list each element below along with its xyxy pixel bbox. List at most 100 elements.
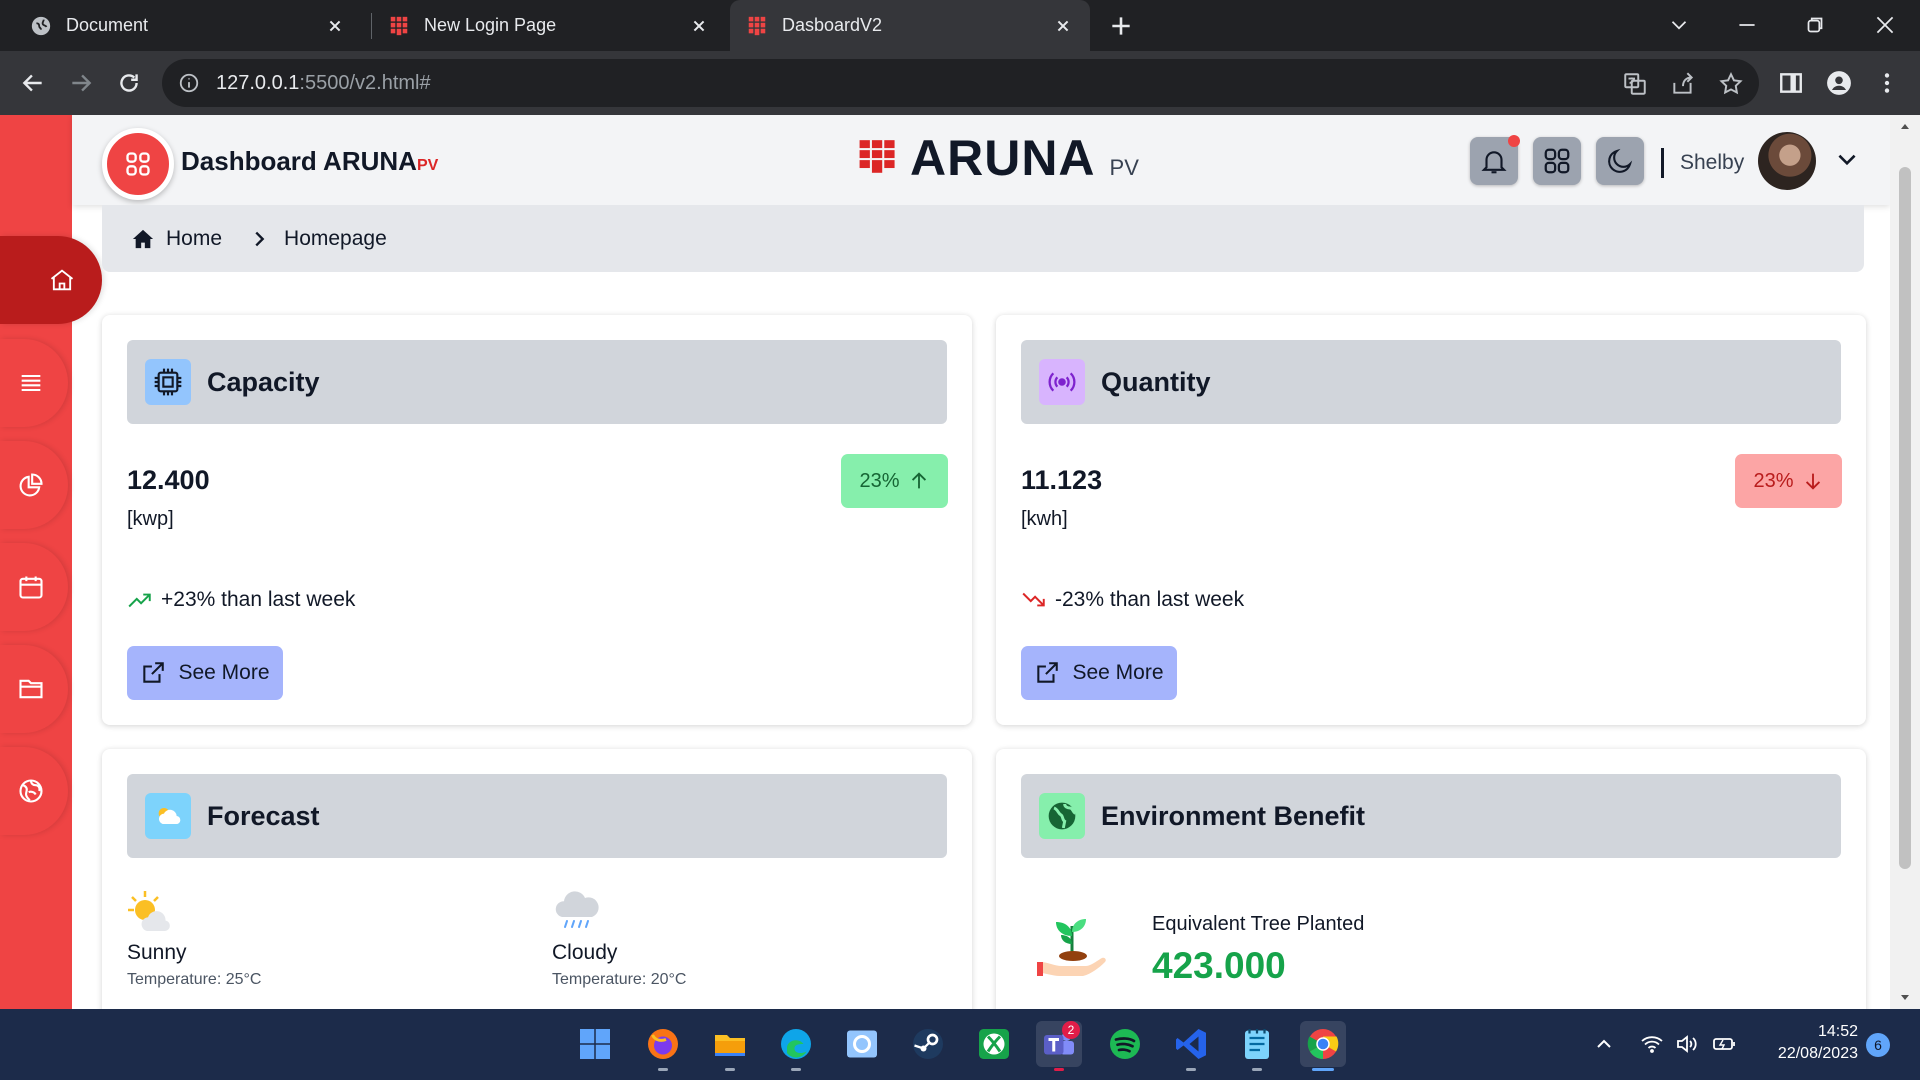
new-tab-icon[interactable] [1108, 13, 1134, 39]
minimize-icon[interactable] [1734, 12, 1760, 38]
wifi-icon[interactable] [1640, 1032, 1664, 1056]
card-header: Forecast [127, 774, 947, 858]
taskbar-teams[interactable]: 2 [1036, 1021, 1082, 1071]
broadcast-icon [1048, 372, 1076, 392]
breadcrumb-home[interactable]: Home [166, 227, 222, 251]
cpu-icon-badge [145, 359, 191, 405]
bookmark-star-icon[interactable] [1718, 71, 1744, 97]
broadcast-icon-badge [1039, 359, 1085, 405]
taskbar-xbox[interactable] [971, 1021, 1017, 1067]
address-bar[interactable]: 127.0.0.1:5500/v2.html# [162, 59, 1759, 107]
aruna-grid-icon [859, 140, 895, 173]
sidebar-item-chart[interactable] [0, 441, 68, 529]
clock-time: 14:52 [1817, 1023, 1858, 1040]
sidebar-item-calendar[interactable] [0, 543, 68, 631]
taskbar-store[interactable] [839, 1021, 885, 1067]
profile-icon[interactable] [1826, 70, 1852, 96]
volume-icon[interactable] [1674, 1032, 1698, 1056]
close-icon[interactable] [688, 15, 710, 37]
close-icon[interactable] [1052, 15, 1074, 37]
trend-text: +23% than last week [161, 588, 356, 611]
page-scrollbar[interactable] [1890, 115, 1920, 1009]
chevron-down-icon[interactable] [1834, 147, 1860, 173]
side-panel-icon[interactable] [1778, 70, 1804, 96]
info-icon[interactable] [178, 72, 200, 94]
folder-icon [715, 1035, 745, 1056]
cpu-icon [154, 368, 182, 396]
system-clock[interactable]: 14:52 22/08/2023 [1758, 1021, 1858, 1065]
running-indicator [791, 1068, 801, 1071]
pie-chart-icon [19, 473, 43, 497]
taskbar-chrome[interactable] [1300, 1021, 1346, 1071]
chrome-icon [1307, 1029, 1339, 1060]
steam-icon [913, 1029, 943, 1059]
card-title: Environment Benefit [1101, 800, 1366, 831]
notification-button[interactable] [1470, 135, 1520, 185]
forecast-label: Sunny [127, 941, 187, 964]
avatar[interactable] [1758, 132, 1816, 190]
status-badge: 23% [1735, 454, 1842, 508]
sidebar-item-network[interactable] [0, 747, 68, 835]
browser-tab-document[interactable]: Document [0, 0, 362, 51]
taskbar-start[interactable] [572, 1021, 618, 1067]
running-indicator [1312, 1068, 1334, 1071]
metric-unit: [kwp] [127, 508, 174, 530]
close-icon[interactable] [324, 15, 346, 37]
badge-text: 23% [1753, 469, 1794, 492]
taskbar-file-explorer[interactable] [707, 1021, 753, 1071]
scroll-down-icon[interactable] [1899, 991, 1911, 1003]
reload-icon[interactable] [116, 70, 142, 96]
browser-tab-dashboard[interactable]: DasboardV2 [730, 0, 1090, 51]
tab-title: DasboardV2 [782, 15, 883, 35]
restore-icon[interactable] [1802, 12, 1828, 38]
globe-network-icon [19, 779, 43, 803]
see-more-button[interactable]: See More [1021, 646, 1177, 700]
screen-capture-icon [847, 1030, 877, 1058]
menu-toggle-button[interactable] [102, 128, 174, 200]
battery-icon[interactable] [1712, 1032, 1736, 1056]
sidebar-item-folder[interactable] [0, 645, 68, 733]
teams-badge: 2 [1062, 1021, 1080, 1039]
clock-date: 22/08/2023 [1777, 1045, 1858, 1062]
chevron-up-icon[interactable] [1592, 1032, 1616, 1056]
user-name[interactable]: Shelby [1680, 151, 1744, 175]
metric-value: 11.123 [1021, 465, 1103, 495]
see-more-button[interactable]: See More [127, 646, 283, 700]
moon-icon [1608, 148, 1633, 173]
dashboard-title-suffix: PV [416, 157, 439, 174]
forward-arrow-icon[interactable] [68, 70, 94, 96]
taskbar-vscode[interactable] [1168, 1021, 1214, 1071]
browser-tab-login[interactable]: New Login Page [372, 0, 726, 51]
taskbar-steam[interactable] [905, 1021, 951, 1067]
forecast-item: Cloudy Temperature: 20°C [552, 889, 686, 989]
home-icon [50, 269, 74, 291]
arrow-up-icon [911, 472, 926, 489]
taskbar-spotify[interactable] [1102, 1021, 1148, 1067]
close-window-icon[interactable] [1872, 12, 1898, 38]
sidebar-item-list[interactable] [0, 339, 68, 427]
aruna-grid-icon [390, 16, 408, 35]
dark-mode-button[interactable] [1596, 137, 1644, 185]
translate-icon[interactable] [1622, 71, 1648, 97]
scroll-up-icon[interactable] [1899, 121, 1911, 133]
notification-count-badge[interactable]: 6 [1866, 1033, 1890, 1057]
notification-dot [1508, 135, 1520, 147]
spotify-icon [1110, 1029, 1140, 1059]
back-arrow-icon[interactable] [20, 70, 46, 96]
forecast-temp: Temperature: 25°C [127, 971, 262, 988]
breadcrumb: Home Homepage [102, 205, 1864, 272]
tab-search-icon[interactable] [1666, 12, 1692, 38]
scroll-thumb[interactable] [1899, 167, 1911, 869]
apps-button[interactable] [1533, 137, 1581, 185]
more-menu-icon[interactable] [1874, 70, 1900, 96]
see-more-label: See More [1072, 661, 1164, 684]
calendar-icon [19, 576, 43, 599]
sidebar-item-home[interactable] [0, 236, 102, 324]
taskbar-edge[interactable] [773, 1021, 819, 1071]
badge-text: 23% [859, 469, 900, 492]
trend-line: -23% than last week [1021, 587, 1244, 613]
taskbar-notepad[interactable] [1234, 1021, 1280, 1071]
home-icon[interactable] [132, 228, 154, 250]
taskbar-firefox[interactable] [640, 1021, 686, 1071]
share-icon[interactable] [1670, 71, 1696, 97]
